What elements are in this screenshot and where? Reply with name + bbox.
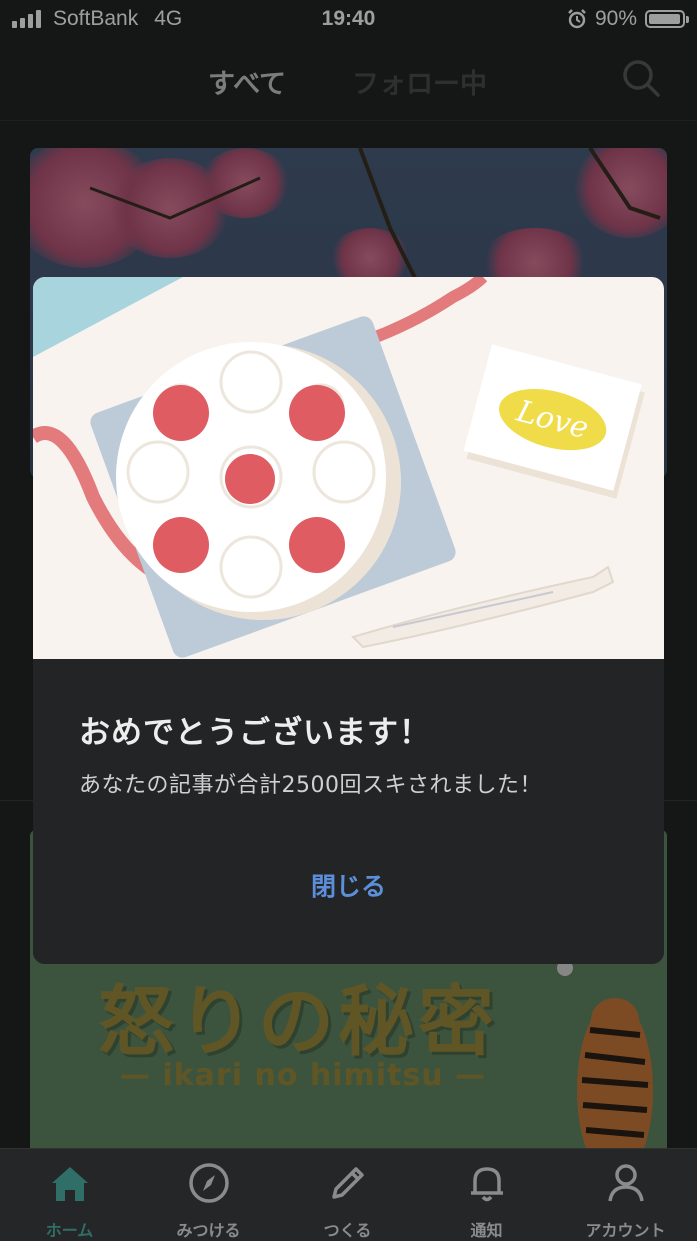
nav-discover-label: みつける	[176, 1221, 241, 1240]
pencil-icon	[331, 1167, 364, 1199]
compass-icon	[188, 1163, 229, 1203]
bell-icon	[470, 1167, 503, 1202]
cake-illustration: Love	[33, 277, 664, 659]
nav-create-label: つくる	[323, 1221, 372, 1240]
close-button[interactable]: 閉じる	[33, 867, 664, 903]
dialog-title: おめでとうございます！	[79, 715, 431, 751]
nav-notifications-label: 通知	[470, 1221, 503, 1240]
dialog-body: おめでとうございます！ あなたの記事が合計2500回スキされました！ 閉じる	[33, 659, 664, 964]
nav-discover[interactable]: みつける	[139, 1161, 278, 1241]
nav-notifications[interactable]: 通知	[417, 1161, 556, 1241]
bottom-nav: ホーム みつける つくる 通知 アカウント	[0, 1148, 697, 1241]
nav-create[interactable]: つくる	[278, 1161, 417, 1241]
dialog-message: あなたの記事が合計2500回スキされました！	[79, 773, 542, 798]
person-icon	[607, 1164, 644, 1202]
congrats-dialog: Love おめでとうございます！ あなたの記事が合計2500回スキされました！ …	[33, 277, 664, 964]
nav-home-label: ホーム	[45, 1221, 94, 1240]
nav-home[interactable]: ホーム	[0, 1161, 139, 1241]
nav-account-label: アカウント	[585, 1221, 666, 1240]
home-icon	[51, 1167, 88, 1201]
nav-account[interactable]: アカウント	[556, 1161, 695, 1241]
